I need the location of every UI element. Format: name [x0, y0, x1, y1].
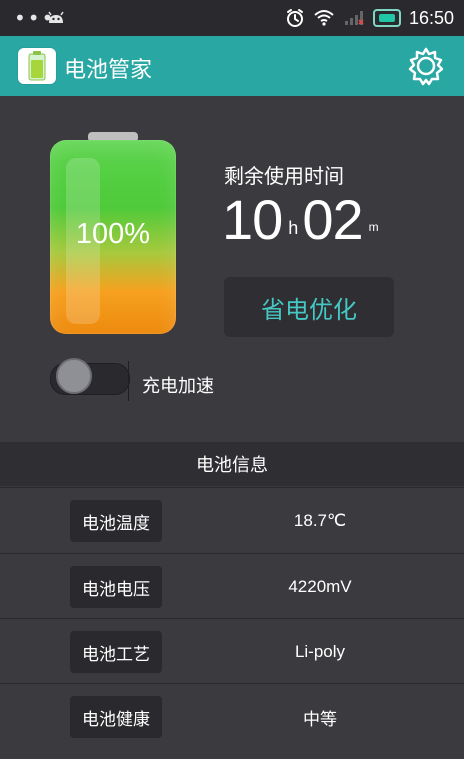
list-item: 电池工艺 Li-poly: [0, 618, 464, 685]
power-saving-optimize-button[interactable]: 省电优化: [224, 277, 394, 337]
hours-unit: h: [288, 218, 299, 238]
health-label: 电池健康: [70, 696, 162, 738]
toggle-knob: [56, 358, 92, 394]
list-item: 电池健康 中等: [0, 683, 464, 750]
divider: [128, 361, 129, 401]
voltage-label: 电池电压: [70, 566, 162, 608]
list-item: 电池电压 4220mV: [0, 553, 464, 620]
charge-boost-toggle[interactable]: [50, 357, 130, 399]
list-item: 电池温度 18.7℃: [0, 487, 464, 554]
hours-value: 10: [222, 188, 283, 251]
battery-percent: 100%: [75, 218, 151, 250]
app-bar: 电池管家: [0, 36, 464, 96]
technology-label: 电池工艺: [70, 631, 162, 673]
temperature-value: 18.7℃: [293, 511, 347, 530]
app-logo-icon: [18, 48, 56, 84]
app-title: 电池管家: [64, 58, 153, 83]
status-right: 16:50: [285, 6, 454, 30]
health-value: 中等: [303, 709, 337, 729]
alarm-icon: [286, 9, 303, 27]
minutes-value: 02: [302, 188, 363, 251]
minutes-unit: m: [368, 220, 379, 234]
remaining-time: 10 h 02 m: [222, 188, 379, 251]
charge-boost-label: 充电加速: [142, 376, 214, 397]
gear-icon[interactable]: [406, 46, 446, 86]
battery-graphic: 100%: [44, 132, 182, 334]
signal-icon: [344, 11, 364, 25]
status-bar: ••• 16:50: [0, 0, 464, 36]
battery-status-icon: [372, 9, 401, 27]
technology-value: Li-poly: [294, 642, 346, 661]
wifi-icon: [314, 10, 334, 26]
status-time: 16:50: [408, 7, 454, 28]
temperature-label: 电池温度: [70, 500, 162, 542]
voltage-value: 4220mV: [288, 577, 352, 596]
android-icon: [48, 11, 64, 23]
battery-info-header: 电池信息: [0, 442, 464, 486]
remaining-time-label: 剩余使用时间: [224, 164, 344, 188]
